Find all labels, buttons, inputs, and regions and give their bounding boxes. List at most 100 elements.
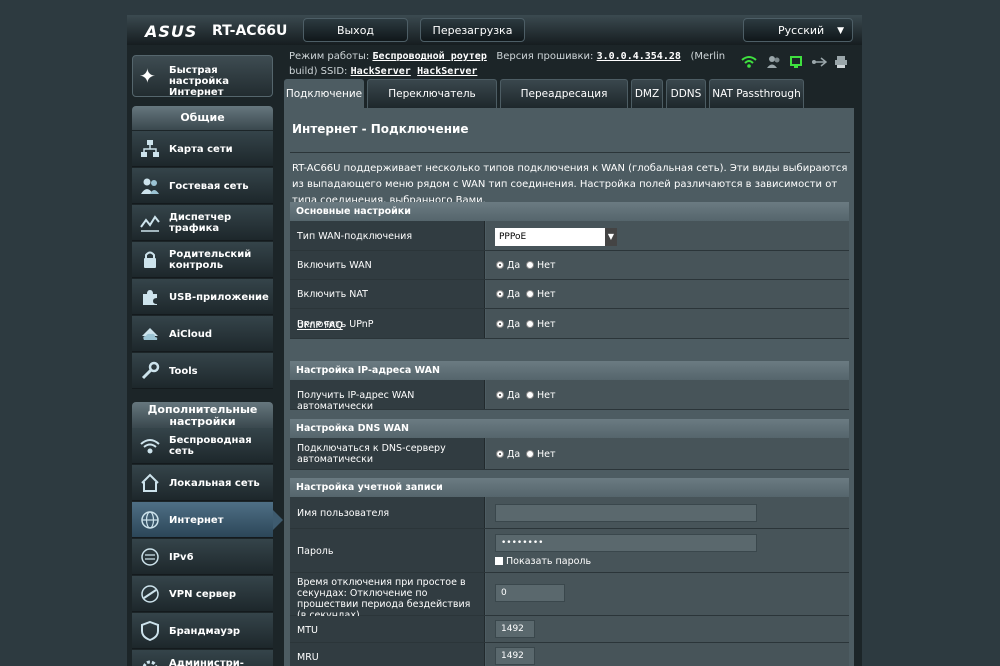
radio-yes-label: Да (507, 319, 521, 330)
lan-icon (140, 473, 160, 493)
radio-no-label: Нет (537, 260, 556, 271)
mode-label: Режим работы: (289, 51, 370, 62)
parental-control-icon (140, 250, 160, 270)
ipv6-icon (140, 547, 160, 567)
sidebar-item-aicloud[interactable]: AiCloud (132, 316, 273, 352)
auto-dns-yes-radio[interactable]: Да (496, 449, 520, 460)
show-password-checkbox[interactable]: Показать пароль (495, 556, 591, 567)
sidebar-item-guest-network[interactable]: Гостевая сеть (132, 168, 273, 204)
firmware-value[interactable]: 3.0.0.4.354.28 (597, 51, 681, 62)
section-account: Настройка учетной записи (290, 478, 849, 497)
sidebar-item-label: Локальная сеть (169, 478, 260, 489)
sidebar-item-traffic-manager[interactable]: Диспетчер трафика (132, 205, 273, 241)
reboot-button[interactable]: Перезагрузка (420, 18, 525, 42)
upnp-faq-link[interactable]: UPnP FAQ (297, 320, 343, 331)
printer-icon[interactable] (834, 55, 848, 73)
sidebar-item-parental-control[interactable]: Родительский контроль (132, 242, 273, 278)
sidebar-item-firewall[interactable]: Брандмауэр (132, 613, 273, 649)
mru-label: MRU (297, 652, 319, 663)
radio-yes-label: Да (507, 449, 521, 460)
admin-icon (140, 658, 160, 666)
ssid-value-2[interactable]: HackServer (417, 66, 477, 77)
enable-wan-label: Включить WAN (297, 260, 372, 271)
password-input[interactable]: •••••••• (495, 534, 757, 552)
section-wan-ip: Настройка IP-адреса WAN (290, 361, 849, 380)
row-auto-ip: Получить IP-адрес WAN автоматически Да Н… (290, 380, 849, 412)
enable-nat-no-radio[interactable]: Нет (526, 289, 556, 300)
sidebar-item-ipv6[interactable]: IPv6 (132, 539, 273, 575)
model-name: RT-AC66U (212, 23, 288, 39)
mtu-input[interactable]: 1492 (495, 620, 535, 638)
auto-ip-label: Получить IP-адрес WAN автоматически (297, 390, 415, 412)
enable-upnp-no-radio[interactable]: Нет (526, 319, 556, 330)
enable-wan-yes-radio[interactable]: Да (496, 260, 520, 271)
show-password-label: Показать пароль (506, 556, 592, 567)
row-mtu: MTU 1492 (290, 616, 849, 643)
vpn-icon (140, 584, 160, 604)
sidebar-item-vpn[interactable]: VPN сервер (132, 576, 273, 612)
wifi-icon[interactable] (741, 55, 757, 73)
wan-type-select[interactable]: PPPoE ▼ (495, 228, 617, 246)
usb-icon[interactable] (811, 55, 828, 73)
advanced-section-header: Дополнительные настройки (132, 402, 273, 428)
username-input[interactable] (495, 504, 757, 522)
auto-dns-no-radio[interactable]: Нет (526, 449, 556, 460)
tab-port-forwarding[interactable]: Переадресация портов (500, 79, 628, 129)
quick-setup-label: Быстрая настройка Интернет (169, 65, 229, 98)
magic-wand-icon: ✦ (139, 64, 156, 88)
page-title: Интернет - Подключение (292, 122, 469, 136)
tools-icon (140, 361, 160, 381)
row-password: Пароль •••••••• Показать пароль (290, 529, 849, 573)
network-icon[interactable] (788, 55, 804, 73)
section-basic-settings: Основные настройки (290, 202, 849, 221)
tab-nat-passthrough[interactable]: NAT Passthrough (709, 79, 804, 108)
tab-connection[interactable]: Подключение (284, 79, 364, 108)
quick-internet-setup-button[interactable]: ✦ Быстрая настройка Интернет (132, 55, 273, 98)
tab-ddns[interactable]: DDNS (666, 79, 706, 108)
language-select[interactable]: Русский ▼ (743, 18, 853, 42)
enable-nat-yes-radio[interactable]: Да (496, 289, 520, 300)
mtu-label: MTU (297, 625, 318, 636)
sidebar-item-label: USB-приложение (169, 292, 269, 303)
row-enable-nat: Включить NAT Да Нет (290, 280, 849, 309)
top-header: ASUS RT-AC66U Выход Перезагрузка Русский… (127, 15, 862, 45)
cloud-icon (140, 324, 160, 344)
row-mru: MRU 1492 (290, 643, 849, 666)
mode-value[interactable]: Беспроводной роутер (372, 51, 486, 62)
wan-type-value: PPPoE (499, 232, 527, 242)
row-idle-timeout: Время отключения при простое в секундах:… (290, 573, 849, 621)
mru-input[interactable]: 1492 (495, 647, 535, 665)
sidebar-item-internet[interactable]: Интернет (132, 502, 283, 538)
sidebar-item-wireless[interactable]: Беспроводная сеть (132, 428, 273, 464)
sidebar-item-network-map[interactable]: Карта сети (132, 131, 273, 167)
auto-ip-yes-radio[interactable]: Да (496, 390, 520, 401)
tab-port-switch[interactable]: Переключатель портов (367, 79, 497, 129)
sidebar-item-tools[interactable]: Tools (132, 353, 273, 389)
sidebar-item-lan[interactable]: Локальная сеть (132, 465, 273, 501)
radio-no-label: Нет (537, 449, 556, 460)
tab-dmz[interactable]: DMZ (631, 79, 663, 108)
sidebar-item-label: Интернет (169, 515, 224, 526)
enable-upnp-yes-radio[interactable]: Да (496, 319, 520, 330)
chevron-down-icon: ▼ (837, 26, 844, 36)
row-enable-upnp: Включить UPnP UPnP FAQ Да Нет (290, 309, 849, 339)
users-icon[interactable] (766, 55, 782, 73)
logout-button[interactable]: Выход (303, 18, 408, 42)
sidebar-item-label: AiCloud (169, 329, 213, 340)
sidebar-item-label: Родительский контроль (169, 249, 252, 271)
ssid-value-1[interactable]: HackServer (351, 66, 411, 77)
sidebar-item-usb-app[interactable]: USB-приложение (132, 279, 273, 315)
radio-no-label: Нет (537, 319, 556, 330)
enable-wan-no-radio[interactable]: Нет (526, 260, 556, 271)
wan-type-label: Тип WAN-подключения (297, 231, 413, 242)
firewall-icon (140, 620, 160, 642)
status-icons (741, 55, 853, 71)
guest-network-icon (140, 176, 160, 196)
radio-yes-label: Да (507, 289, 521, 300)
radio-no-label: Нет (537, 289, 556, 300)
sidebar-item-label: Гостевая сеть (169, 181, 249, 192)
sidebar-item-administration[interactable]: Администри- (132, 650, 273, 666)
auto-ip-no-radio[interactable]: Нет (526, 390, 556, 401)
idle-timeout-input[interactable]: 0 (495, 584, 565, 602)
section-wan-dns: Настройка DNS WAN (290, 419, 849, 438)
